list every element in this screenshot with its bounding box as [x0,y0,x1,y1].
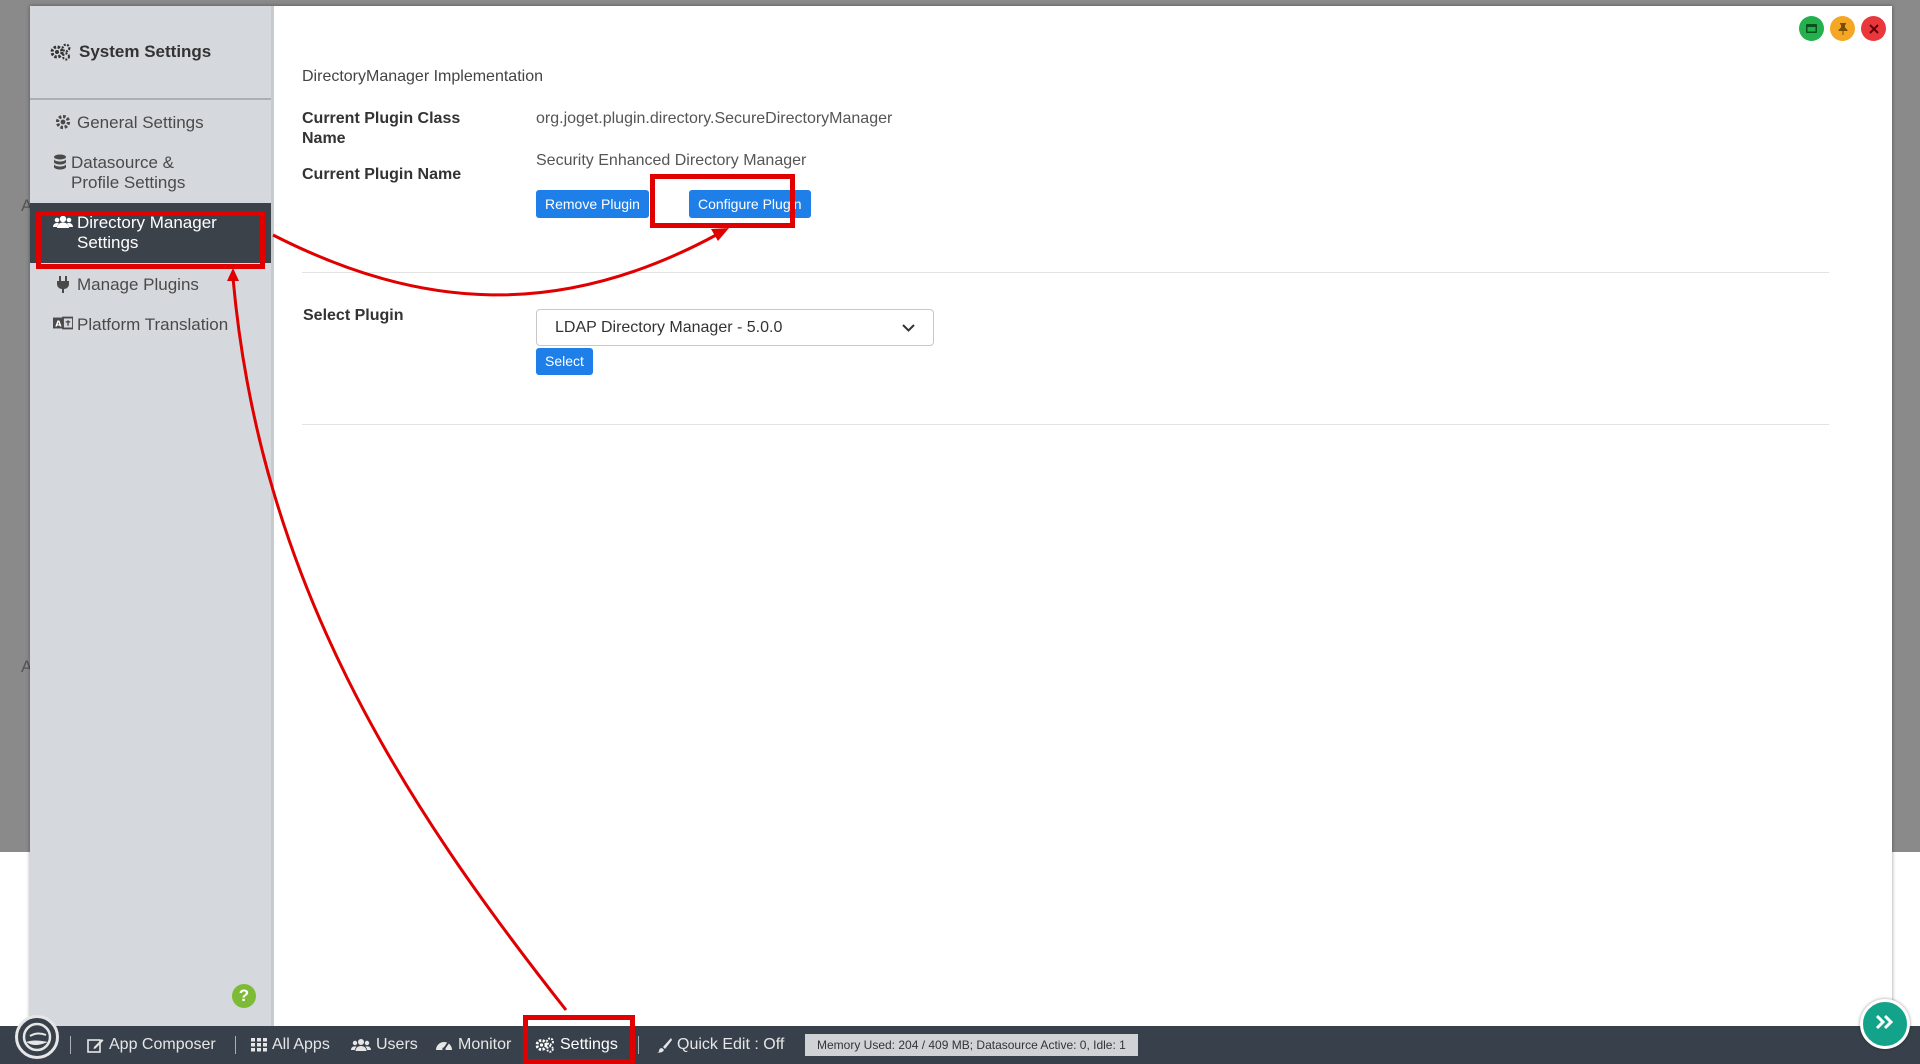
plugin-select-dropdown[interactable]: LDAP Directory Manager - 5.0.0 [536,309,934,346]
language-icon: A [53,316,73,330]
gears-icon [50,43,72,61]
database-icon [53,154,67,171]
memory-status: Memory Used: 204 / 409 MB; Datasource Ac… [805,1034,1138,1056]
directory-manager-panel: DirectoryManager Implementation Current … [302,6,1892,1026]
edit-icon [87,1037,104,1053]
taskbar-label: All Apps [272,1036,330,1053]
dashboard-icon [435,1038,453,1052]
help-icon[interactable]: ? [232,984,256,1008]
taskbar-separator [70,1036,71,1054]
menu-item-label: General Settings [77,113,204,132]
menu-item-label: Directory Manager Settings [77,213,217,252]
menu-item-general-settings[interactable]: General Settings [30,103,271,143]
taskbar-label: Quick Edit : Off [677,1036,785,1053]
taskbar-quick-edit-toggle[interactable]: Quick Edit : Off [656,1026,784,1064]
sidebar-header: System Settings [30,6,271,100]
section-divider [302,272,1829,273]
plugin-class-label: Current Plugin Class Name [302,110,461,147]
chevron-down-icon [902,319,915,337]
taskbar-all-apps[interactable]: All Apps [251,1026,330,1064]
plugin-name-value: Security Enhanced Directory Manager [536,152,807,169]
plug-icon [53,276,73,293]
admin-taskbar: App Composer All Apps Users Monitor Sett… [0,1026,1920,1064]
settings-sidebar: System Settings General Settings Datasou… [30,6,274,1026]
settings-menu: General Settings Datasource & Profile Se… [30,103,271,345]
menu-item-label: Platform Translation [77,315,229,334]
menu-item-platform-translation[interactable]: A Platform Translation [30,305,271,345]
menu-item-datasource-settings[interactable]: Datasource & Profile Settings [30,143,230,203]
svg-text:A: A [55,319,62,329]
plugin-class-value: org.joget.plugin.directory.SecureDirecto… [536,110,893,127]
taskbar-app-composer[interactable]: App Composer [87,1026,216,1064]
menu-item-manage-plugins[interactable]: Manage Plugins [30,265,271,305]
taskbar-monitor[interactable]: Monitor [435,1026,511,1064]
configure-plugin-button[interactable]: Configure Plugin [689,190,811,218]
gear-icon [53,114,73,130]
remove-plugin-button[interactable]: Remove Plugin [536,190,649,218]
menu-item-label: Manage Plugins [77,275,199,294]
expand-panel-button[interactable] [1860,999,1910,1049]
double-chevron-right-icon [1875,1014,1895,1035]
select-plugin-label: Select Plugin [303,307,404,324]
joget-logo-icon[interactable] [15,1015,59,1059]
settings-dialog: System Settings General Settings Datasou… [30,6,1892,1026]
users-icon [351,1038,371,1052]
taskbar-label: Users [376,1036,418,1053]
sidebar-title: System Settings [79,42,212,61]
plugin-select-value: LDAP Directory Manager - 5.0.0 [555,318,783,336]
taskbar-label: Monitor [458,1036,512,1053]
brush-icon [656,1037,672,1053]
taskbar-label: Settings [560,1036,618,1053]
taskbar-settings[interactable]: Settings [535,1026,618,1064]
menu-item-directory-manager-settings[interactable]: Directory Manager Settings [30,203,271,263]
menu-item-label: Datasource & Profile Settings [71,153,186,192]
grid-icon [251,1038,267,1052]
users-icon [53,214,73,230]
plugin-name-label: Current Plugin Name [302,166,462,183]
section-title: DirectoryManager Implementation [302,68,543,85]
taskbar-separator [235,1036,236,1054]
taskbar-label: App Composer [109,1036,216,1053]
section-divider [302,424,1829,425]
gears-icon [535,1037,555,1053]
taskbar-separator [638,1036,639,1054]
select-plugin-button[interactable]: Select [536,348,593,375]
taskbar-users[interactable]: Users [351,1026,418,1064]
